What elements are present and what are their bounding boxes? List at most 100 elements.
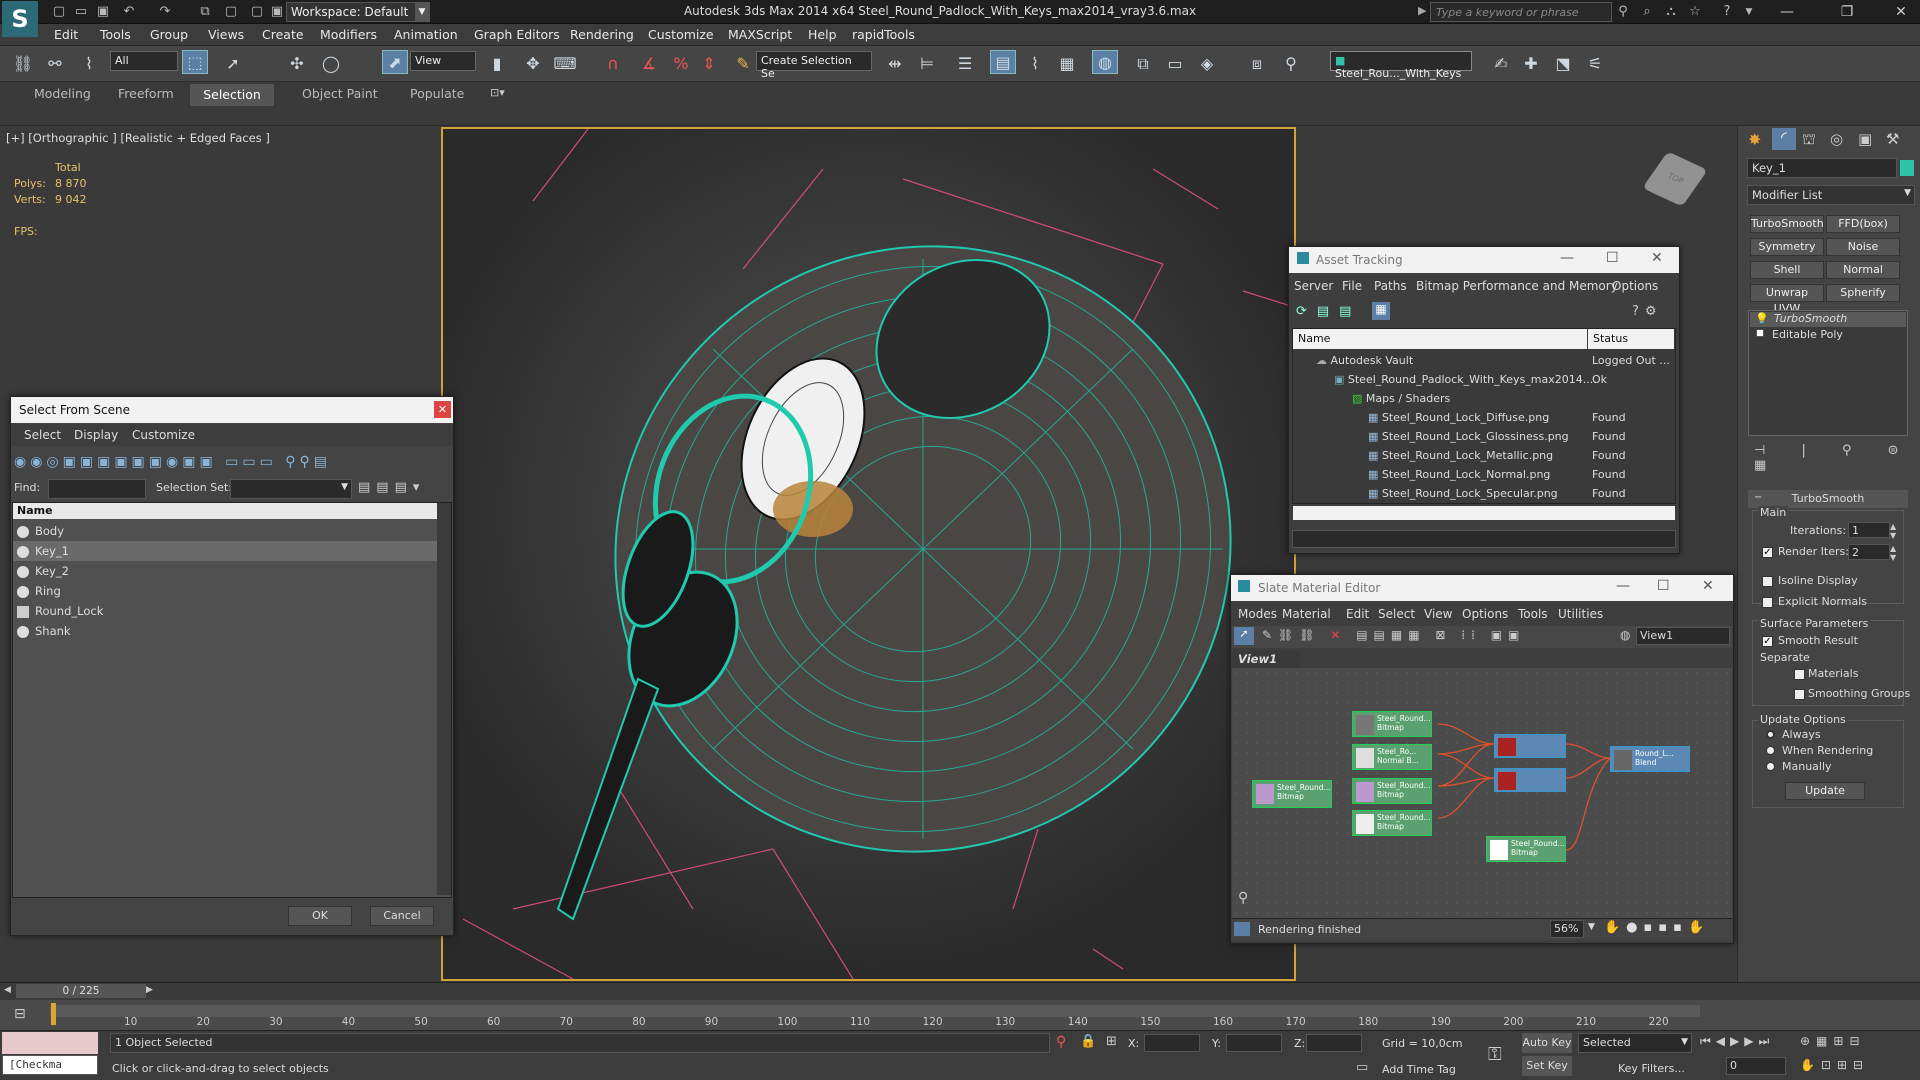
menu-tools[interactable]: Tools	[100, 27, 131, 42]
add-time-tag[interactable]: Add Time Tag	[1382, 1063, 1456, 1076]
smooth-result-checkbox[interactable]: ✓	[1762, 636, 1773, 647]
maximize-icon[interactable]: ☐	[1657, 578, 1670, 594]
filter-toolbar-icons[interactable]: ◉◉◎▣▣▣▣▣▣◉▣▣ ▭▭▭ ⚲⚲▤	[14, 454, 331, 470]
angle-snap-icon[interactable]: ∡	[636, 52, 662, 76]
link-icon[interactable]: ⛓	[10, 52, 36, 76]
minimize-icon[interactable]: —	[1560, 250, 1574, 266]
window-icon[interactable]: ▢	[248, 3, 266, 21]
menu-customize[interactable]: Customize	[648, 27, 714, 42]
unwrap-uvw-button[interactable]: Unwrap UVW	[1750, 284, 1824, 315]
object-name-field[interactable]: ■ Steel_Rou..._With_Keys	[1330, 51, 1472, 80]
chevron-down-icon[interactable]: ▼	[1588, 922, 1595, 932]
cancel-button[interactable]: Cancel	[370, 906, 434, 926]
view1-tab[interactable]: View1	[1232, 650, 1300, 668]
close-icon[interactable]: ✕	[1702, 578, 1714, 594]
y-coordinate-input[interactable]	[1226, 1034, 1282, 1052]
motion-panel-icon[interactable]: ◎	[1830, 130, 1843, 148]
brush-icon[interactable]: ✍	[1488, 52, 1514, 76]
next-frame-arrow-icon[interactable]: ▶	[146, 985, 153, 995]
manually-radio[interactable]	[1766, 762, 1775, 771]
playback-controls[interactable]: ⏮◀▶▶⏭	[1700, 1034, 1774, 1049]
restore-icon[interactable]: ❐	[1830, 0, 1864, 24]
asset-row-name[interactable]: ▦ Steel_Round_Lock_Diffuse.png	[1368, 411, 1549, 424]
menu-graph-editors[interactable]: Graph Editors	[474, 27, 560, 42]
menu-paths[interactable]: Paths	[1374, 279, 1407, 293]
symmetry-button[interactable]: Symmetry	[1750, 238, 1824, 256]
vray-material-node[interactable]	[1494, 768, 1566, 792]
update-button[interactable]: Update	[1785, 782, 1865, 800]
menu-customize[interactable]: Customize	[132, 428, 195, 442]
modifier-list-dropdown[interactable]: Modifier List ▼	[1747, 185, 1915, 205]
window-icon[interactable]: ▣	[268, 3, 286, 21]
nav-icons[interactable]: ✋●▪▪▪✋	[1604, 920, 1710, 935]
edit-named-selection-icon[interactable]: ✎	[730, 52, 756, 76]
spinner-snap-icon[interactable]: ⇕	[696, 52, 722, 76]
menu-options[interactable]: Options	[1612, 279, 1658, 293]
viewport-nav-icons[interactable]: ⊕▦⊞⊟	[1800, 1034, 1866, 1048]
column-header-name[interactable]: Name	[1293, 329, 1587, 349]
select-object-icon[interactable]: ⬚	[182, 50, 208, 74]
menu-select[interactable]: Select	[24, 428, 61, 442]
workspace-dropdown[interactable]: Workspace: Default ▼	[286, 2, 430, 22]
asset-row-name[interactable]: ▣ Steel_Round_Padlock_With_Keys_max2014.…	[1334, 373, 1597, 386]
material-editor-icon[interactable]: ◍	[1092, 50, 1118, 74]
find-input[interactable]	[48, 479, 146, 499]
menu-rapidtools[interactable]: rapidTools	[852, 27, 915, 42]
material-node[interactable]: Steel_Round... Bitmap	[1252, 780, 1332, 808]
list-item[interactable]: Ring	[13, 581, 437, 601]
current-frame-input[interactable]: 0	[1726, 1057, 1786, 1075]
viewport-nav-icons-2[interactable]: ✋⊡⊞⊟	[1800, 1058, 1869, 1072]
horizontal-scrollbar[interactable]	[1293, 506, 1675, 520]
scale-tool-icon[interactable]: ⬔	[1550, 52, 1576, 76]
spherify-button[interactable]: Spherify	[1826, 284, 1900, 302]
lightbulb-icon[interactable]: 💡	[1755, 312, 1769, 325]
maximize-icon[interactable]: ☐	[1606, 250, 1619, 266]
menu-create[interactable]: Create	[262, 27, 304, 42]
absolute-mode-icon[interactable]: ⊞	[1106, 1034, 1117, 1049]
object-color-swatch[interactable]	[1900, 160, 1914, 176]
menu-utilities[interactable]: Utilities	[1558, 607, 1603, 621]
turbosmooth-button[interactable]: TurboSmooth	[1750, 215, 1824, 233]
curve-editor-icon[interactable]: ⌇	[1022, 52, 1048, 76]
menu-help[interactable]: Help	[808, 27, 837, 42]
asset-row-name[interactable]: ▨ Maps / Shaders	[1352, 392, 1450, 405]
asset-toolbar-icons[interactable]: ⟳▤▤	[1296, 304, 1361, 319]
asset-row-name[interactable]: ▦ Steel_Round_Lock_Glossiness.png	[1368, 430, 1569, 443]
blend-material-node[interactable]: Round_L... Blend	[1610, 746, 1690, 772]
materials-checkbox[interactable]	[1794, 669, 1805, 680]
asset-row-name[interactable]: ▦ Steel_Round_Lock_Specular.png	[1368, 487, 1558, 500]
select-manipulate-icon[interactable]: ✥	[520, 52, 546, 76]
asset-row-name[interactable]: ▦ Steel_Round_Lock_Metallic.png	[1368, 449, 1553, 462]
render-iters-checkbox[interactable]: ✓	[1762, 547, 1773, 558]
undo-icon[interactable]: ↶	[120, 3, 138, 21]
menu-select[interactable]: Select	[1378, 607, 1415, 621]
render-icon[interactable]: ◈	[1194, 52, 1220, 76]
menu-view[interactable]: View	[1424, 607, 1452, 621]
active-viewport[interactable]	[441, 127, 1296, 981]
open-file-icon[interactable]: ▭	[72, 3, 90, 21]
selection-filter-dropdown[interactable]: All	[110, 51, 178, 71]
pivot-icon[interactable]: ▮	[484, 52, 510, 76]
collapse-icon[interactable]: −	[1754, 492, 1762, 503]
lock-icon[interactable]: 🔒	[1080, 1034, 1096, 1049]
material-node[interactable]: Steel_Round... Bitmap	[1352, 711, 1432, 737]
menu-material[interactable]: Material	[1282, 607, 1331, 621]
minimize-icon[interactable]: —	[1616, 578, 1630, 594]
search-icon[interactable]: ⌕	[1636, 2, 1658, 22]
shell-button[interactable]: Shell	[1750, 261, 1824, 279]
layer-manager-icon[interactable]: ☰	[952, 52, 978, 76]
create-panel-icon[interactable]: ✸	[1748, 130, 1761, 149]
named-selection-dropdown[interactable]: Create Selection Se	[756, 51, 872, 80]
vray-material-node[interactable]	[1494, 734, 1566, 758]
menu-tools[interactable]: Tools	[1518, 607, 1548, 621]
schematic-view-icon[interactable]: ▦	[1054, 52, 1080, 76]
select-scale-icon[interactable]: ⬈	[382, 50, 408, 74]
menu-maxscript[interactable]: MAXScript	[728, 27, 792, 42]
key-filters-button[interactable]: Key Filters...	[1618, 1062, 1685, 1075]
tab-selection[interactable]: Selection	[190, 84, 274, 106]
tab-modeling[interactable]: Modeling	[34, 86, 91, 101]
key-mode-dropdown[interactable]: Selected ▼	[1578, 1033, 1692, 1053]
list-item[interactable]: Round_Lock	[13, 601, 437, 621]
chevron-down-icon[interactable]: ▼	[1738, 2, 1760, 22]
list-scrollbar[interactable]	[437, 503, 451, 895]
